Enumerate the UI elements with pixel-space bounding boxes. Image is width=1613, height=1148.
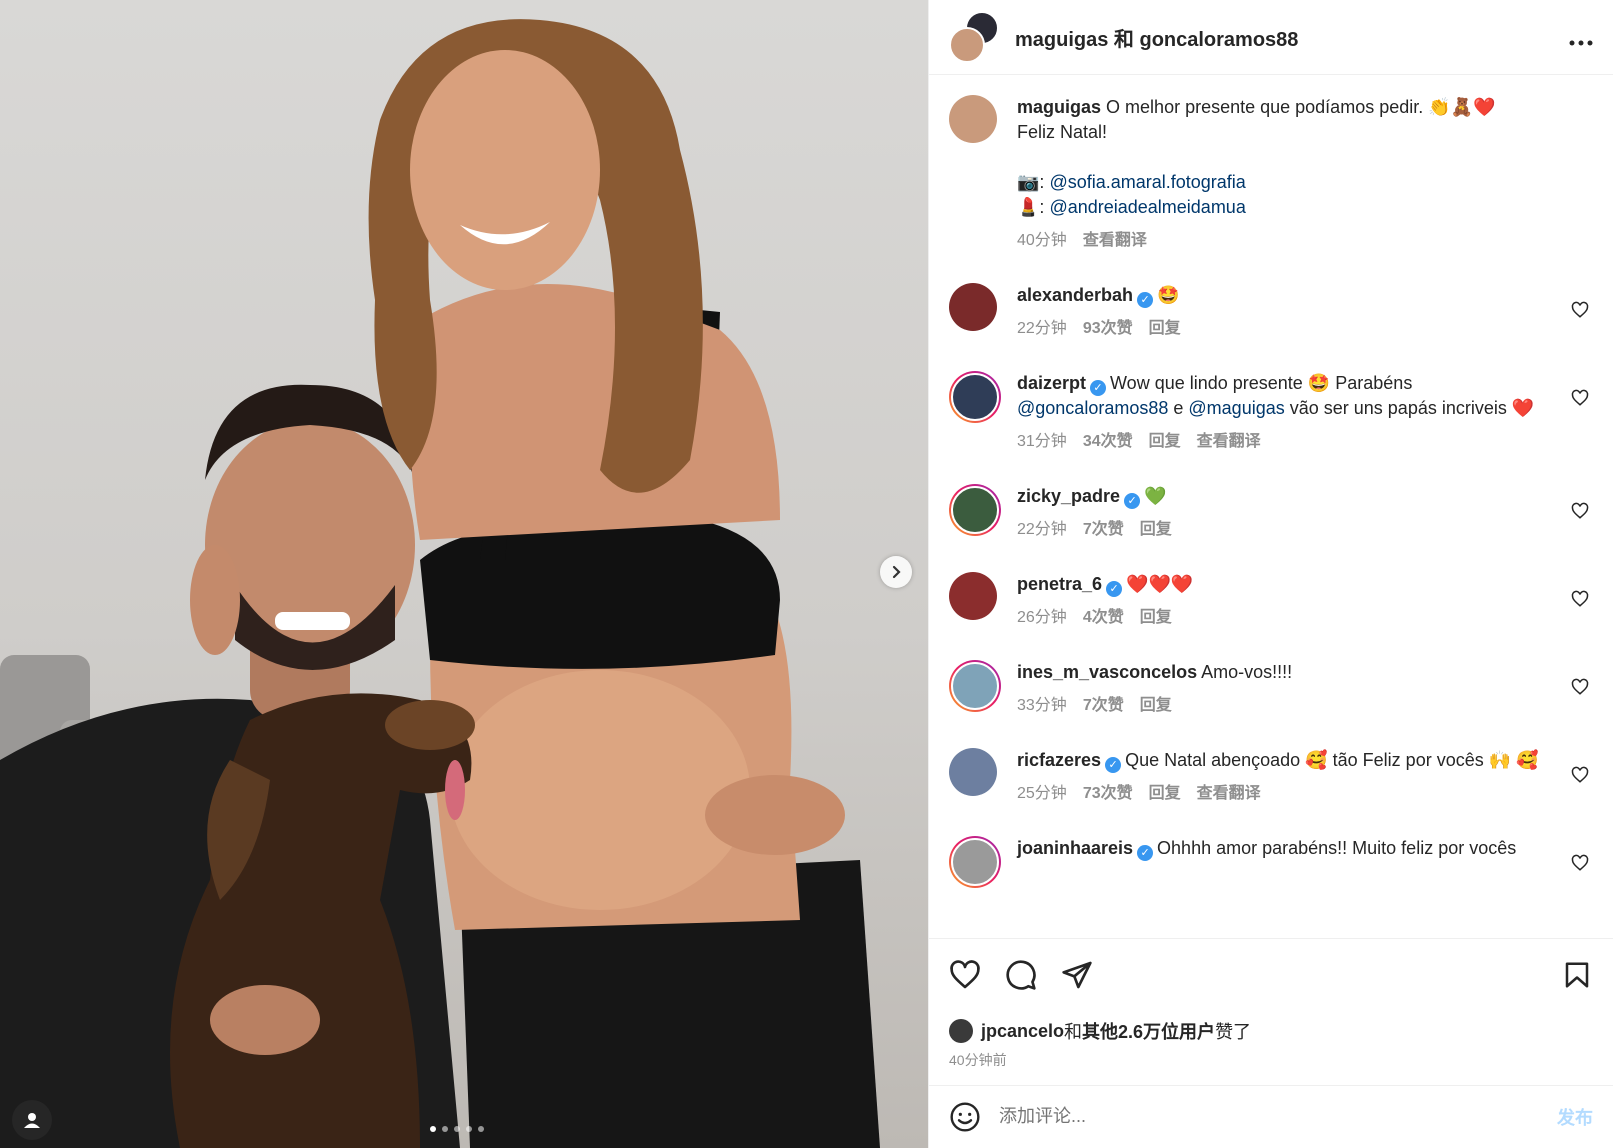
avatar: [949, 27, 985, 63]
timestamp[interactable]: 40分钟: [1017, 228, 1067, 253]
mention-link[interactable]: @sofia.amaral.fotografia: [1049, 172, 1245, 192]
more-horizontal-icon: [1569, 40, 1593, 45]
avatar[interactable]: [949, 371, 1001, 423]
emoji-icon[interactable]: [949, 1101, 981, 1133]
reply-button[interactable]: 回复: [1140, 605, 1172, 630]
comment-input[interactable]: [999, 1106, 1557, 1127]
likes-count[interactable]: 其他2.6万位用户: [1082, 1018, 1215, 1044]
username[interactable]: jpcancelo: [981, 1021, 1064, 1042]
carousel-dot: [442, 1126, 448, 1132]
like-comment-heart-icon[interactable]: [1571, 389, 1589, 407]
comment-likes[interactable]: 34次赞: [1083, 429, 1133, 454]
comment-item: ines_m_vasconcelos Amo-vos!!!! 33分钟 7次赞 回复: [949, 660, 1593, 718]
like-comment-heart-icon[interactable]: [1571, 854, 1589, 872]
next-photo-button[interactable]: [880, 556, 912, 588]
mention-link[interactable]: @goncaloramos88: [1017, 398, 1168, 418]
carousel-dot: [466, 1126, 472, 1132]
like-comment-heart-icon[interactable]: [1571, 766, 1589, 784]
verified-badge-icon: ✓: [1106, 581, 1123, 597]
verified-badge-icon: ✓: [1090, 380, 1107, 396]
username[interactable]: ines_m_vasconcelos: [1017, 662, 1197, 682]
chevron-right-icon: [892, 565, 901, 579]
username[interactable]: maguigas: [1017, 97, 1101, 117]
send-icon: [1062, 961, 1092, 988]
save-button[interactable]: [1559, 957, 1595, 993]
comment-likes[interactable]: 7次赞: [1083, 693, 1124, 718]
carousel-indicator: [430, 1126, 484, 1132]
likes-summary: jpcancelo 和其他2.6万位用户 赞了 40分钟前: [929, 1010, 1613, 1085]
translate-button[interactable]: 查看翻译: [1083, 228, 1147, 253]
avatar[interactable]: [949, 283, 997, 331]
comment-item: penetra_6 ✓ ❤️❤️❤️ 26分钟 4次赞 回复: [949, 572, 1593, 630]
verified-badge-icon: ✓: [1105, 757, 1122, 773]
avatar[interactable]: [949, 95, 997, 143]
post-header: maguigas 和 goncaloramos88: [929, 0, 1613, 75]
like-comment-heart-icon[interactable]: [1571, 301, 1589, 319]
carousel-dot: [478, 1126, 484, 1132]
translate-button[interactable]: 查看翻译: [1197, 781, 1261, 806]
carousel-dot: [454, 1126, 460, 1132]
username[interactable]: ricfazeres: [1017, 750, 1101, 770]
share-button[interactable]: [1059, 957, 1095, 993]
username[interactable]: alexanderbah: [1017, 285, 1133, 305]
comment-likes[interactable]: 4次赞: [1083, 605, 1124, 630]
comment-icon: [1006, 959, 1036, 990]
heart-icon: [950, 959, 980, 988]
like-comment-heart-icon[interactable]: [1571, 678, 1589, 696]
reply-button[interactable]: 回复: [1149, 429, 1181, 454]
like-comment-heart-icon[interactable]: [1571, 590, 1589, 608]
username[interactable]: zicky_padre: [1017, 486, 1120, 506]
bookmark-icon: [1565, 962, 1589, 987]
comment-button[interactable]: [1003, 957, 1039, 993]
avatar[interactable]: [949, 660, 1001, 712]
username[interactable]: daizerpt: [1017, 373, 1086, 393]
more-options-button[interactable]: [1553, 22, 1593, 53]
post-comment-button[interactable]: 发布: [1557, 1104, 1593, 1130]
avatar[interactable]: [949, 572, 997, 620]
post-actions: [929, 938, 1613, 1010]
comment-composer: 发布: [929, 1085, 1613, 1147]
like-comment-heart-icon[interactable]: [1571, 502, 1589, 520]
avatar[interactable]: [949, 1019, 973, 1043]
verified-badge-icon: ✓: [1137, 845, 1154, 861]
comment-item: alexanderbah ✓ 🤩 22分钟 93次赞 回复: [949, 283, 1593, 341]
post-sidebar: maguigas 和 goncaloramos88 maguigas O mel…: [928, 0, 1613, 1148]
lipstick-icon: 💄: [1017, 197, 1040, 218]
reply-button[interactable]: 回复: [1140, 517, 1172, 542]
post-media: [0, 0, 928, 1148]
avatar[interactable]: [949, 836, 1001, 888]
comment-likes[interactable]: 73次赞: [1083, 781, 1133, 806]
verified-badge-icon: ✓: [1124, 493, 1141, 509]
user-icon: [24, 1113, 40, 1128]
like-button[interactable]: [947, 957, 983, 993]
comment-item: zicky_padre ✓ 💚 22分钟 7次赞 回复: [949, 484, 1593, 542]
mention-link[interactable]: @andreiadealmeidamua: [1049, 197, 1245, 217]
comment-item: ricfazeres ✓ Que Natal abençoado 🥰 tão Fel…: [949, 748, 1593, 806]
reply-button[interactable]: 回复: [1149, 316, 1181, 341]
caption: maguigas O melhor presente que podíamos …: [949, 95, 1593, 253]
reply-button[interactable]: 回复: [1140, 693, 1172, 718]
username[interactable]: penetra_6: [1017, 574, 1102, 594]
post-photo: [0, 19, 880, 1148]
reply-button[interactable]: 回复: [1149, 781, 1181, 806]
comment-item: joaninhaareis ✓ Ohhhh amor parabéns!! Muit…: [949, 836, 1593, 888]
comment-likes[interactable]: 7次赞: [1083, 517, 1124, 542]
tagged-users-button[interactable]: [12, 1100, 52, 1140]
collab-avatars[interactable]: [949, 11, 1001, 63]
translate-button[interactable]: 查看翻译: [1197, 429, 1261, 454]
comment-likes[interactable]: 93次赞: [1083, 316, 1133, 341]
carousel-dot: [430, 1126, 436, 1132]
verified-badge-icon: ✓: [1137, 292, 1154, 308]
camera-icon: 📷: [1017, 172, 1040, 193]
post-timestamp[interactable]: 40分钟前: [949, 1050, 1593, 1070]
username[interactable]: joaninhaareis: [1017, 838, 1133, 858]
avatar[interactable]: [949, 748, 997, 796]
mention-link[interactable]: @maguigas: [1188, 398, 1284, 418]
avatar[interactable]: [949, 484, 1001, 536]
comment-item: daizerpt ✓ Wow que lindo presente 🤩 Parabé…: [949, 371, 1593, 454]
post-authors[interactable]: maguigas 和 goncaloramos88: [1015, 23, 1553, 52]
comments-list[interactable]: maguigas O melhor presente que podíamos …: [929, 75, 1613, 938]
